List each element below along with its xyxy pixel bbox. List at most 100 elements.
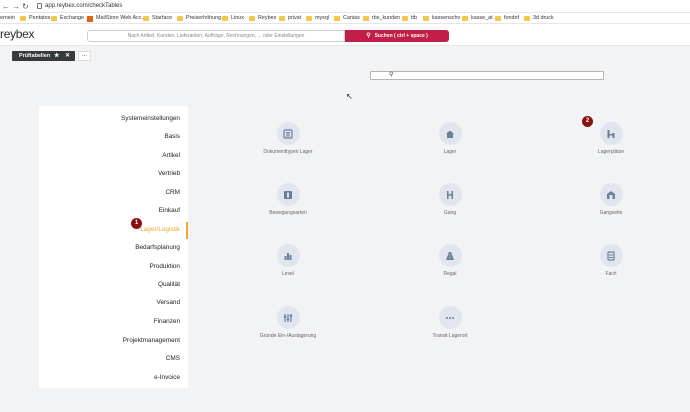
bookmark-item[interactable]: MailStore Web Acc... (87, 14, 146, 23)
menu-item-produktion[interactable]: Produktion (40, 262, 180, 272)
shelf-icon[interactable] (599, 122, 623, 145)
tile-label: Gangseite (599, 210, 623, 216)
drawer-icon[interactable] (599, 244, 623, 267)
menu-item-crm[interactable]: CRM (40, 188, 180, 198)
bookmark-item[interactable]: Linux (222, 14, 244, 23)
mouse-cursor-icon: ↖ (346, 92, 353, 101)
menu-item-versand[interactable]: Versand (40, 298, 180, 308)
menu-item-vertrieb[interactable]: Vertrieb (40, 169, 180, 179)
tile-label: Regal (443, 271, 457, 277)
bookmark-item[interactable]: Canias (334, 14, 360, 23)
menu-item-systemeinstellungen[interactable]: Systemeinstellungen (40, 114, 180, 124)
address-bar[interactable]: app.reybex.com/checkTables (45, 2, 122, 11)
star-icon[interactable]: ★ (54, 51, 59, 61)
reload-icon[interactable]: ↻ (22, 2, 29, 11)
folder-icon (143, 16, 149, 21)
tile-transit-lagerort[interactable]: Transit Lagerort (410, 306, 490, 340)
folder-icon (495, 16, 501, 21)
bookmark-item[interactable]: privat (279, 14, 301, 23)
folder-icon (249, 16, 255, 21)
more-tabs-button[interactable]: ... (78, 51, 91, 61)
bookmark-item[interactable]: fondof (495, 14, 519, 23)
bookmark-item[interactable]: 3d druck (524, 14, 554, 23)
movement-icon[interactable] (276, 183, 300, 206)
tile-regal[interactable]: Regal (410, 244, 490, 278)
step-badge: 1 (131, 218, 142, 229)
tab-prueftabellen[interactable]: Prüftabellen ★ ✕ (12, 51, 75, 61)
bookmarks-bar: ernein Pentatos Exchange MailStore Web A… (0, 13, 690, 24)
bookmark-item[interactable]: rbx_kunden (363, 14, 400, 23)
folder-icon (20, 16, 26, 21)
folder-icon (279, 16, 285, 21)
forward-icon[interactable]: → (12, 2, 20, 11)
folder-icon (363, 16, 369, 21)
folder-icon (402, 16, 408, 21)
folder-icon (462, 16, 468, 21)
tile-label: Level (282, 271, 294, 277)
bookmark-item[interactable]: Pentatos (20, 14, 50, 23)
search-icon: ⚲ (366, 33, 371, 39)
tile-label: Lager (443, 149, 457, 155)
folder-icon (222, 16, 228, 21)
dots-icon[interactable] (438, 306, 462, 329)
bookmark-item[interactable]: ttb (402, 14, 417, 23)
bar-chart-icon[interactable] (276, 244, 300, 267)
menu-item-lager-logistik[interactable]: Lager/Logistik (40, 225, 180, 235)
close-icon[interactable]: ✕ (65, 51, 70, 61)
folder-icon (306, 16, 312, 21)
tile-fach[interactable]: Fach (571, 244, 651, 278)
back-icon[interactable]: ← (2, 2, 10, 11)
menu-item-einkauf[interactable]: Einkauf (40, 206, 180, 216)
bookmark-item[interactable]: Reybex (249, 14, 276, 23)
bookmark-item[interactable]: Starface (143, 14, 172, 23)
menu-item-e-invoice[interactable]: e-Invoice (40, 373, 180, 383)
menu-item-finanzen[interactable]: Finanzen (40, 317, 180, 327)
document-icon[interactable] (276, 122, 300, 145)
tile-gangseite[interactable]: Gangseite (571, 183, 651, 217)
global-search-input[interactable]: Nach Artikel, Kunden, Lieferanten, Auftr… (87, 30, 345, 42)
menu-item-qualität[interactable]: Qualität (40, 280, 180, 290)
tile-level[interactable]: Level (248, 244, 328, 278)
tile-gang[interactable]: Gang (410, 183, 490, 217)
search-icon: ⚲ (389, 72, 394, 78)
sliders-icon[interactable] (276, 306, 300, 329)
tab-label: Prüftabellen (19, 53, 51, 59)
menu-item-basis[interactable]: Basis (40, 132, 180, 142)
bookmark-item[interactable]: kassenschv (423, 14, 460, 23)
folder-icon (423, 16, 429, 21)
bookmark-item[interactable]: Exchange (51, 14, 84, 23)
tile-label: Gang (443, 210, 457, 216)
table-filter-input[interactable]: ⚲ (370, 71, 604, 80)
mailstore-icon (87, 15, 93, 22)
bookmark-item[interactable]: mysql (306, 14, 329, 23)
tile-label: Bewegungsarten (269, 210, 307, 216)
active-indicator (186, 222, 188, 239)
menu-item-cms[interactable]: CMS (40, 354, 180, 364)
tile-label: Lagerplätze (597, 149, 625, 155)
folder-icon (51, 16, 57, 21)
tile-label: Transit Lagerort (432, 333, 468, 339)
reybex-logo[interactable]: reybex (0, 27, 35, 41)
bookmark-item[interactable]: Preiserhöhung (177, 14, 221, 23)
tile-dokumenttypen-lager[interactable]: Dokumenttypen Lager (248, 122, 328, 156)
bookmark-item[interactable]: kasse_at (462, 14, 493, 23)
folder-icon (334, 16, 340, 21)
tile-lagerplätze[interactable]: Lagerplätze (571, 122, 651, 156)
tile-lager[interactable]: Lager (410, 122, 490, 156)
tile-bewegungsarten[interactable]: Bewegungsarten (248, 183, 328, 217)
search-button[interactable]: ⚲ Suchen ( ctrl + space ) (345, 30, 449, 42)
warehouse-icon[interactable] (599, 183, 623, 206)
folder-icon (177, 16, 183, 21)
menu-item-artikel[interactable]: Artikel (40, 151, 180, 161)
road-icon[interactable] (438, 244, 462, 267)
aisle-icon[interactable] (438, 183, 462, 206)
tile-gründe-ein-auslagerung[interactable]: Gründe Ein-/Auslagerung (248, 306, 328, 340)
menu-item-bedarfsplanung[interactable]: Bedarfsplanung (40, 243, 180, 253)
menu-item-projektmanagement[interactable]: Projektmanagement (40, 336, 180, 346)
home-icon[interactable] (438, 122, 462, 145)
lock-icon (37, 3, 42, 9)
tile-label: Dokumenttypen Lager (263, 149, 313, 155)
browser-toolbar: ← → ↻ app.reybex.com/checkTables (0, 0, 690, 13)
tile-label: Gründe Ein-/Auslagerung (259, 333, 317, 339)
bookmark-item[interactable]: ernein (0, 14, 15, 23)
